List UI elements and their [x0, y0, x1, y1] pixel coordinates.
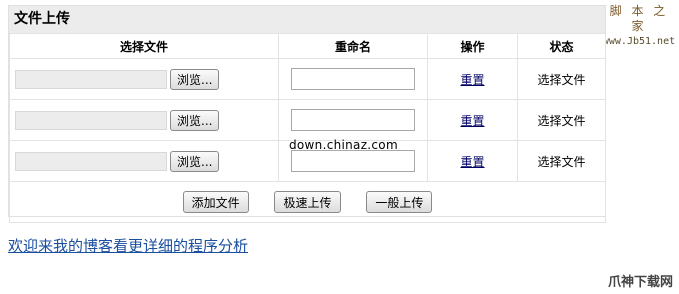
rename-input[interactable] — [291, 68, 415, 90]
browse-button[interactable]: 浏览... — [170, 68, 220, 90]
header-select-file: 选择文件 — [9, 33, 279, 59]
action-cell: 重置 — [427, 99, 518, 141]
file-cell: 浏览... — [9, 140, 279, 182]
table-header-row: 选择文件 重命名 操作 状态 — [9, 33, 606, 59]
add-file-button[interactable]: 添加文件 — [182, 191, 249, 213]
button-cell: 添加文件 极速上传 一般上传 — [9, 181, 606, 223]
fast-upload-button[interactable]: 极速上传 — [274, 191, 341, 213]
rename-cell — [278, 58, 428, 100]
status-cell: 选择文件 — [517, 140, 606, 182]
browse-button[interactable]: 浏览... — [170, 150, 220, 172]
reset-link[interactable]: 重置 — [460, 73, 484, 87]
table-row: 浏览... 重置 选择文件 — [9, 99, 606, 141]
action-cell: 重置 — [427, 58, 518, 100]
status-cell: 选择文件 — [517, 99, 606, 141]
normal-upload-button[interactable]: 一般上传 — [366, 191, 433, 213]
blog-link[interactable]: 欢迎来我的博客看更详细的程序分析 — [8, 235, 248, 256]
header-status: 状态 — [517, 33, 606, 59]
rename-input[interactable] — [291, 109, 415, 131]
action-cell: 重置 — [427, 140, 518, 182]
status-cell: 选择文件 — [517, 58, 606, 100]
button-row: 添加文件 极速上传 一般上传 — [9, 181, 606, 223]
header-action: 操作 — [427, 33, 518, 59]
rename-input[interactable] — [291, 150, 415, 172]
panel-title: 文件上传 — [9, 6, 605, 33]
watermark-top: 脚 本 之 家 www.Jb51.net — [601, 4, 677, 49]
file-path-field[interactable] — [15, 69, 167, 89]
browse-button[interactable]: 浏览... — [170, 109, 220, 131]
file-path-field[interactable] — [15, 110, 167, 130]
reset-link[interactable]: 重置 — [460, 114, 484, 128]
upload-panel: 文件上传 选择文件 重命名 操作 状态 浏览... 重置 选择文件 浏览... … — [8, 5, 606, 223]
rename-cell — [278, 99, 428, 141]
header-rename: 重命名 — [278, 33, 428, 59]
watermark-site-url: www.Jb51.net — [602, 36, 676, 47]
watermark-bottom: 爪神下载网 — [607, 275, 673, 290]
domain-watermark: down.chinaz.com — [289, 138, 398, 152]
table-row: 浏览... 重置 选择文件 — [9, 58, 606, 100]
reset-link[interactable]: 重置 — [460, 155, 484, 169]
watermark-site-name: 脚 本 之 家 — [609, 4, 669, 33]
file-cell: 浏览... — [9, 58, 279, 100]
file-cell: 浏览... — [9, 99, 279, 141]
file-path-field[interactable] — [15, 151, 167, 171]
upload-table: 选择文件 重命名 操作 状态 浏览... 重置 选择文件 浏览... 重置 选择… — [9, 33, 606, 223]
